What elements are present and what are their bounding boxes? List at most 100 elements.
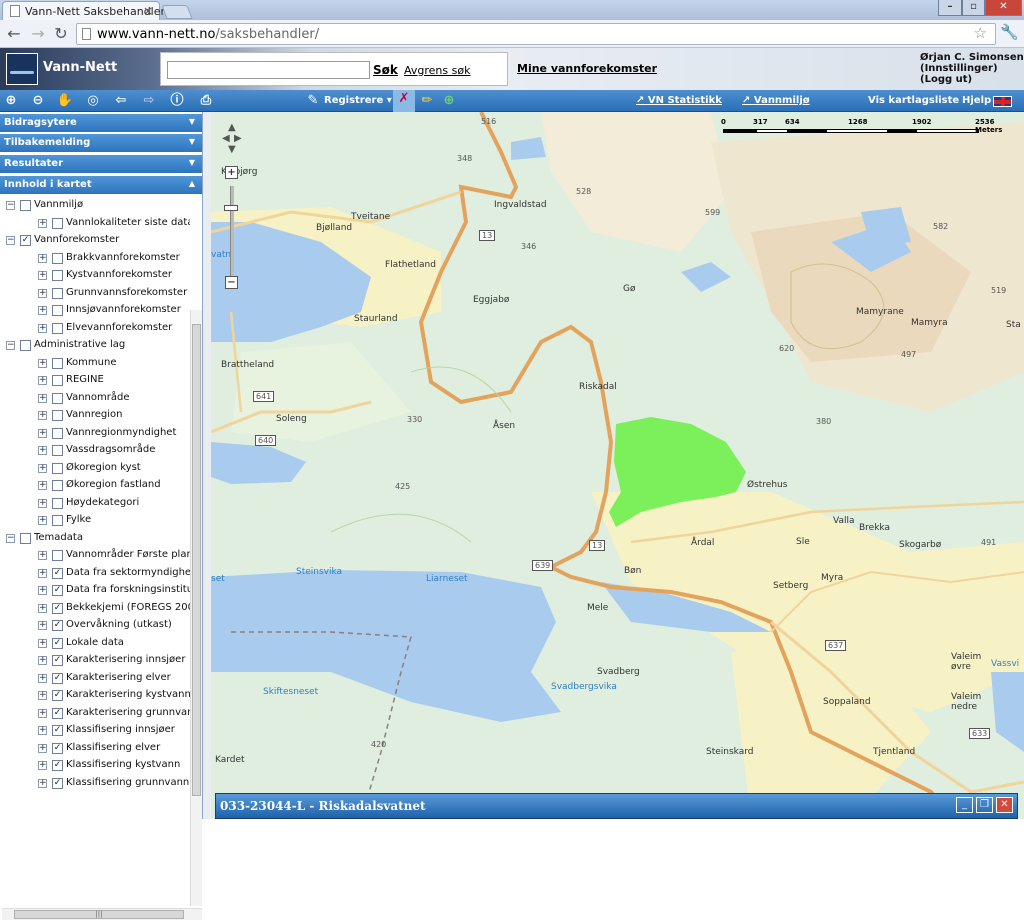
layer-checkbox[interactable]: ✓ — [52, 637, 63, 649]
vannmiljo-link[interactable]: ↗ Vannmiljø — [742, 95, 810, 106]
zoom-in-icon[interactable]: ⊕ — [2, 92, 20, 110]
select-tool-icon[interactable]: ✗ — [393, 90, 415, 112]
expand-icon[interactable]: + — [38, 411, 47, 420]
full-extent-icon[interactable]: ◎ — [84, 92, 102, 110]
reload-icon[interactable]: ↻ — [51, 24, 71, 44]
layer-checkbox[interactable] — [20, 200, 31, 211]
layer-checkbox[interactable] — [52, 270, 63, 281]
expand-icon[interactable]: + — [38, 393, 47, 403]
restore-panel-button[interactable]: ❐ — [976, 797, 993, 813]
layer-checkbox[interactable] — [20, 340, 31, 351]
layer-checkbox[interactable] — [52, 550, 63, 561]
expand-icon[interactable]: + — [38, 271, 47, 280]
layer-checkbox[interactable] — [52, 357, 63, 369]
collapse-icon[interactable]: − — [6, 201, 15, 210]
expand-icon[interactable]: + — [38, 218, 47, 228]
minimize-panel-button[interactable]: _ — [956, 797, 973, 813]
expand-icon[interactable]: + — [38, 638, 47, 648]
pan-left-icon[interactable]: ◀ — [222, 133, 230, 144]
expand-icon[interactable]: + — [38, 253, 47, 263]
layer-checkbox[interactable]: ✓ — [52, 777, 63, 789]
sidebar-splitter[interactable] — [203, 112, 211, 819]
layer-checkbox[interactable]: ✓ — [52, 672, 63, 684]
uk-flag-icon[interactable] — [993, 96, 1012, 107]
layer-checkbox[interactable]: ✓ — [52, 655, 63, 666]
layer-checkbox[interactable]: ✓ — [52, 760, 63, 771]
layer-checkbox[interactable]: ✓ — [52, 742, 63, 754]
layer-checkbox[interactable] — [52, 252, 63, 264]
previous-extent-icon[interactable]: ⇦ — [112, 92, 130, 110]
expand-icon[interactable]: + — [38, 446, 47, 455]
layer-checkbox[interactable] — [52, 322, 63, 334]
layer-tree-vertical-scrollbar[interactable] — [190, 310, 202, 906]
map-view[interactable]: Kolbjørg Tveitane Bjølland Ingvaldstad F… — [211, 112, 1024, 819]
expand-icon[interactable]: + — [38, 568, 47, 578]
expand-icon[interactable]: + — [38, 306, 47, 315]
browser-tab[interactable]: Vann-Nett Saksbehandler × — [2, 1, 165, 20]
register-icon[interactable]: ✎ — [304, 92, 322, 110]
pan-right-icon[interactable]: ▶ — [234, 133, 242, 144]
map-canvas[interactable] — [211, 112, 1024, 819]
expand-icon[interactable]: + — [38, 498, 47, 508]
layer-checkbox[interactable] — [52, 515, 63, 526]
minimize-window-button[interactable]: – — [938, 0, 962, 16]
pan-up-icon[interactable]: ▲ — [228, 122, 236, 133]
expand-icon[interactable]: + — [38, 603, 47, 613]
layer-checkbox[interactable] — [52, 462, 63, 474]
search-button[interactable]: Søk — [373, 63, 398, 77]
layer-checkbox[interactable]: ✓ — [52, 690, 63, 701]
next-extent-icon[interactable]: ⇨ — [140, 92, 158, 110]
expand-icon[interactable]: + — [38, 656, 47, 665]
expand-icon[interactable]: + — [38, 691, 47, 700]
pan-down-icon[interactable]: ▼ — [228, 144, 236, 155]
scrollbar-thumb[interactable] — [192, 324, 201, 796]
help-link[interactable]: Hjelp — [962, 95, 991, 106]
register-menu[interactable]: Registrere ▾ — [324, 95, 392, 106]
address-bar[interactable]: www.vann-nett.no/saksbehandler/ ☆ — [76, 23, 996, 45]
layer-checkbox[interactable]: ✓ — [52, 725, 63, 736]
layer-checkbox[interactable]: ✓ — [20, 235, 31, 246]
layer-checkbox[interactable] — [20, 532, 31, 544]
panel-bidragsytere[interactable]: Bidragsytere ▼ — [0, 114, 202, 133]
layer-checkbox[interactable] — [52, 480, 63, 491]
layer-checkbox[interactable] — [52, 392, 63, 404]
back-arrow-icon[interactable]: ← — [4, 24, 24, 44]
refine-search-link[interactable]: Avgrens søk — [404, 64, 470, 77]
expand-icon[interactable]: + — [38, 743, 47, 753]
layer-checkbox[interactable] — [52, 427, 63, 439]
zoom-out-icon[interactable]: ⊖ — [29, 92, 47, 110]
zoom-slider-track[interactable] — [230, 186, 234, 276]
expand-icon[interactable]: + — [38, 586, 47, 595]
expand-icon[interactable]: + — [38, 621, 47, 630]
expand-icon[interactable]: + — [38, 323, 47, 333]
info-icon[interactable]: ⓘ — [168, 92, 186, 110]
close-tab-icon[interactable]: × — [143, 4, 153, 18]
expand-icon[interactable]: + — [38, 481, 47, 490]
layer-checkbox[interactable] — [52, 217, 63, 229]
collapse-icon[interactable]: − — [6, 341, 15, 350]
bookmark-star-icon[interactable]: ☆ — [974, 24, 987, 42]
expand-icon[interactable]: + — [38, 673, 47, 683]
new-tab-button[interactable] — [161, 5, 193, 19]
layer-checkbox[interactable]: ✓ — [52, 567, 63, 579]
expand-icon[interactable]: + — [38, 428, 47, 438]
search-input[interactable] — [167, 61, 370, 79]
maximize-window-button[interactable]: ▫ — [962, 0, 985, 16]
draw-tool-icon[interactable]: ✏ — [418, 92, 436, 110]
forward-arrow-icon[interactable]: → — [28, 24, 48, 44]
expand-icon[interactable]: + — [38, 376, 47, 385]
expand-icon[interactable]: + — [38, 761, 47, 770]
layer-tree-horizontal-scrollbar[interactable]: ||| — [2, 908, 202, 920]
expand-icon[interactable]: + — [38, 708, 47, 718]
expand-icon[interactable]: + — [38, 516, 47, 525]
layer-list-link[interactable]: Vis kartlagsliste — [868, 95, 959, 106]
zoom-plus-button[interactable]: + — [225, 166, 238, 179]
layer-checkbox[interactable] — [52, 305, 63, 316]
layer-checkbox[interactable]: ✓ — [52, 707, 63, 719]
zoom-slider-thumb[interactable] — [224, 205, 238, 211]
layer-checkbox[interactable] — [52, 445, 63, 456]
expand-icon[interactable]: + — [38, 463, 47, 473]
layer-checkbox[interactable] — [52, 410, 63, 421]
panel-innhold-i-kartet[interactable]: Innhold i kartet ▲ — [0, 176, 202, 195]
layer-checkbox[interactable] — [52, 497, 63, 509]
